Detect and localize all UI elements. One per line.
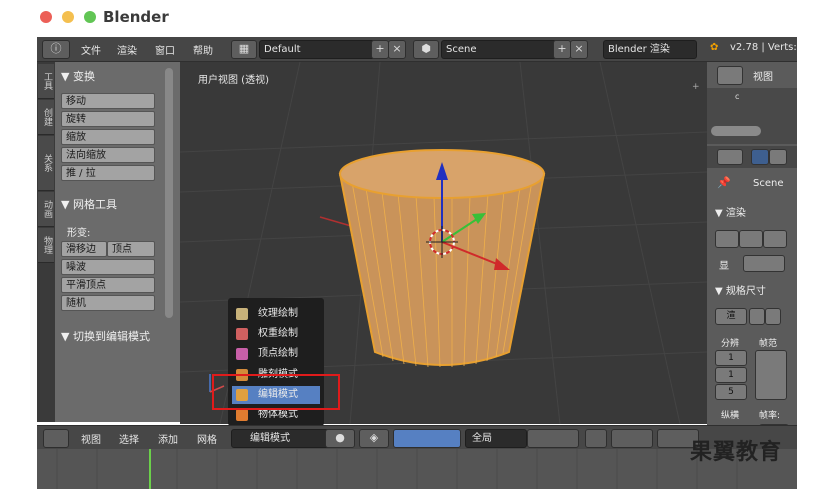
rotate-button[interactable]: 旋转 <box>61 111 155 127</box>
layout-icon[interactable]: ▦ <box>231 40 257 59</box>
info-header: ⓘ 文件 渲染 窗口 帮助 ▦ Default + × ⬢ Scene + × … <box>37 37 797 62</box>
push-pull-button[interactable]: 推 / 拉 <box>61 165 155 181</box>
vertex-button[interactable]: 顶点 <box>107 241 155 257</box>
tab-relations[interactable]: 关系 <box>38 136 54 191</box>
toggle-edit-mode-header[interactable]: ▼ 切换到编辑模式 <box>61 328 150 344</box>
texture-paint-icon <box>236 308 248 320</box>
layers-buttons[interactable] <box>527 429 579 448</box>
viewport-editor-type-button[interactable] <box>43 429 69 448</box>
render-tab-icon[interactable] <box>751 149 769 165</box>
slide-edge-button[interactable]: 滑移边 <box>61 241 107 257</box>
pivot-select[interactable]: ◈ <box>359 429 389 448</box>
frame-range-fields[interactable] <box>755 350 787 400</box>
aspect-label: 纵横 <box>721 411 740 421</box>
scale-button[interactable]: 缩放 <box>61 129 155 145</box>
shading-select[interactable]: ● <box>325 429 355 448</box>
select-menu[interactable]: 选择 <box>119 431 139 446</box>
remove-layout-button[interactable]: × <box>388 40 406 59</box>
smooth-vertex-button[interactable]: 平滑顶点 <box>61 277 155 293</box>
viewport-label: 用户视图 (透视) <box>198 75 269 86</box>
toolshelf-tabs: 工具 创建 关系 动画 物理 <box>37 62 55 422</box>
mode-option-weight-paint[interactable]: 权重绘制 <box>232 325 320 343</box>
render-audio-button[interactable] <box>763 230 787 248</box>
scene-context-label: Scene <box>753 178 784 189</box>
outliner-scrollbar[interactable] <box>711 126 761 136</box>
tab-animation[interactable]: 动画 <box>38 192 54 227</box>
mesh-menu[interactable]: 网格 <box>197 431 217 446</box>
render-image-button[interactable] <box>715 230 739 248</box>
menu-window[interactable]: 窗口 <box>155 42 175 57</box>
mode-option-texture-paint[interactable]: 纹理绘制 <box>232 305 320 323</box>
snapping-toggle[interactable] <box>611 429 653 448</box>
watermark-logo: 果翼教育 <box>690 440 783 465</box>
deform-label: 形变: <box>67 228 91 239</box>
properties-region-toggle[interactable]: + <box>692 82 700 92</box>
render-animation-button[interactable] <box>739 230 763 248</box>
mode-option-vertex-paint[interactable]: 顶点绘制 <box>232 345 320 363</box>
add-preset-button[interactable] <box>749 308 765 325</box>
weight-paint-icon <box>236 328 248 340</box>
resolution-x-field[interactable]: 1 <box>715 350 747 366</box>
toolshelf-panel: ▼ 变换 移动 旋转 缩放 法向缩放 推 / 拉 ▼ 网格工具 形变: 滑移边 … <box>55 62 180 422</box>
blender-logo-icon: ✿ <box>710 42 719 53</box>
randomize-button[interactable]: 随机 <box>61 295 155 311</box>
maximize-window-button[interactable] <box>84 11 96 23</box>
menu-help[interactable]: 帮助 <box>193 42 213 57</box>
scene-icon[interactable]: ⬢ <box>413 40 439 59</box>
render-layers-tab-icon[interactable] <box>769 149 787 165</box>
noise-button[interactable]: 噪波 <box>61 259 155 275</box>
manipulator-toggles[interactable] <box>393 429 461 448</box>
frame-range-label: 帧范 <box>759 339 778 349</box>
pin-icon[interactable]: 📌 <box>717 176 731 189</box>
add-scene-button[interactable]: + <box>553 40 571 59</box>
minimize-window-button[interactable] <box>62 11 74 23</box>
close-window-button[interactable] <box>40 11 52 23</box>
tab-physics[interactable]: 物理 <box>38 228 54 263</box>
object-mode-icon <box>236 409 248 421</box>
vertex-paint-icon <box>236 348 248 360</box>
render-engine-select[interactable]: Blender 渲染 <box>603 40 697 59</box>
normal-scale-button[interactable]: 法向缩放 <box>61 147 155 163</box>
timeline-editor[interactable] <box>37 449 797 489</box>
timeline-ruler <box>56 449 738 489</box>
scene-field[interactable]: Scene <box>441 40 557 59</box>
orientation-select[interactable]: 全局 <box>465 429 527 448</box>
menu-render[interactable]: 渲染 <box>117 42 137 57</box>
window-title: Blender <box>103 8 169 26</box>
outliner-view-menu[interactable]: 视图 <box>753 68 773 83</box>
tab-tools[interactable]: 工具 <box>38 64 54 99</box>
outliner-editor-type-button[interactable] <box>717 66 743 85</box>
render-preset-select[interactable]: 渲 <box>715 308 747 325</box>
move-button[interactable]: 移动 <box>61 93 155 109</box>
display-mode-select[interactable] <box>743 255 785 272</box>
viewport-header: 视图 选择 添加 网格 编辑模式 ● ◈ 全局 <box>37 425 797 450</box>
layout-field[interactable]: Default <box>259 40 375 59</box>
remove-scene-button[interactable]: × <box>570 40 588 59</box>
tab-create[interactable]: 创建 <box>38 100 54 135</box>
add-layout-button[interactable]: + <box>371 40 389 59</box>
view-menu[interactable]: 视图 <box>81 431 101 446</box>
resolution-label: 分辨 <box>721 339 740 349</box>
resolution-y-field[interactable]: 1 <box>715 367 747 383</box>
properties-header <box>707 146 797 168</box>
window-titlebar: Blender <box>0 0 840 34</box>
highlight-annotation-box <box>212 374 340 410</box>
resolution-percent-field[interactable]: 5 <box>715 384 747 400</box>
mesh-tools-panel-header[interactable]: ▼ 网格工具 <box>61 196 117 212</box>
toolshelf-scrollbar[interactable] <box>165 68 173 318</box>
editor-type-button[interactable]: ⓘ <box>42 40 70 59</box>
remove-preset-button[interactable] <box>765 308 781 325</box>
properties-editor-type-button[interactable] <box>717 149 743 165</box>
version-info: v2.78 | Verts: <box>730 42 797 53</box>
properties-panel: 视图 c 📌 Scene ▼ 渲染 显 ▼ 规格尺寸 渲 分辨 帧范 1 1 5… <box>707 62 797 462</box>
mode-select[interactable]: 编辑模式 <box>231 429 335 448</box>
menu-file[interactable]: 文件 <box>81 42 101 57</box>
render-panel-header[interactable]: ▼ 渲染 <box>715 204 746 219</box>
add-menu[interactable]: 添加 <box>158 431 178 446</box>
display-label: 显 <box>719 261 729 272</box>
frame-rate-label: 帧率: <box>759 411 781 421</box>
proportional-edit-icon[interactable] <box>585 429 607 448</box>
dimensions-panel-header[interactable]: ▼ 规格尺寸 <box>715 282 766 297</box>
transform-panel-header[interactable]: ▼ 变换 <box>61 68 95 84</box>
